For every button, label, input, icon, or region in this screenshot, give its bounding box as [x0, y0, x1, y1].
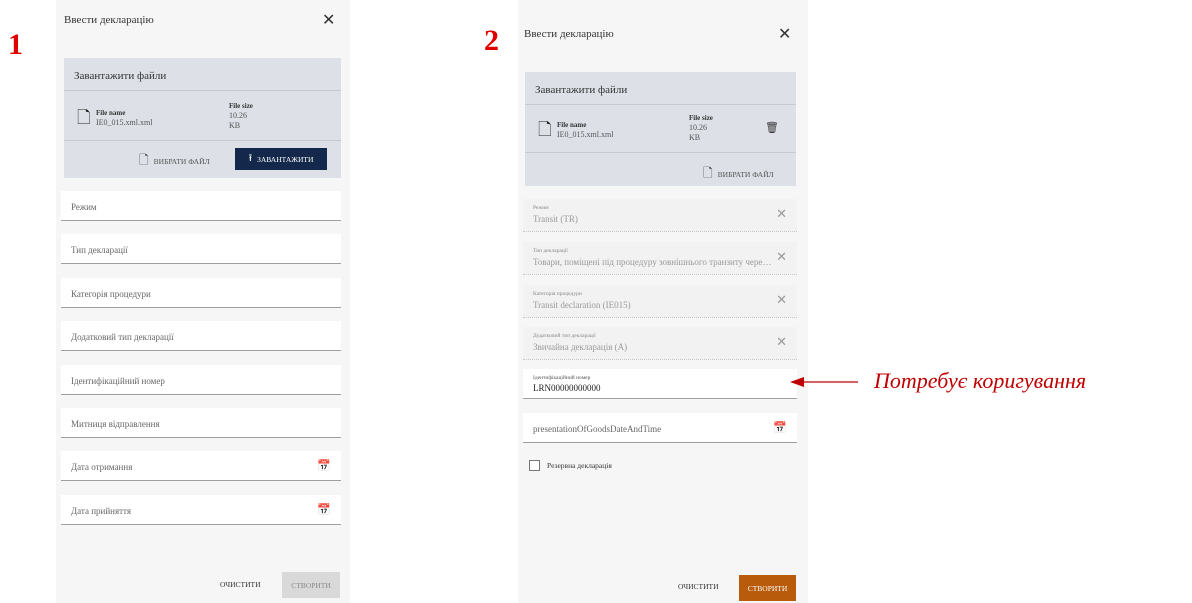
clear-icon[interactable]: ✕ [776, 207, 787, 222]
presentation-date-input[interactable]: presentationOfGoodsDateAndTime 📅 [523, 413, 797, 443]
mode-select[interactable]: Режим [61, 191, 341, 221]
reserve-declaration-checkbox-row[interactable]: Резервна декларація [529, 460, 612, 471]
choose-file-button[interactable]: 🗋 ВИБРАТИ ФАЙЛ [703, 164, 774, 185]
additional-declaration-type-label: Додатковий тип декларації [533, 333, 596, 339]
divider [525, 152, 796, 153]
procedure-category-value: Transit declaration (IE015) [533, 300, 631, 310]
annotation-text: Потребує коригування [874, 368, 1087, 393]
create-button-disabled[interactable]: СТВОРИТИ [282, 572, 340, 598]
upload-icon: ⭱ [248, 152, 253, 164]
divider [64, 140, 341, 141]
additional-declaration-type-placeholder: Додатковий тип декларації [71, 332, 174, 342]
clear-icon[interactable]: ✕ [776, 293, 787, 308]
file-size-value: 10.26 [229, 111, 247, 120]
upload-button[interactable]: ⭱ ЗАВАНТАЖИТИ [235, 148, 327, 170]
accepted-date-input[interactable]: Дата прийняття 📅 [61, 495, 341, 525]
reserve-declaration-checkbox[interactable] [529, 460, 540, 471]
upload-header: Завантажити файли [74, 70, 167, 82]
mode-placeholder: Режим [71, 202, 97, 212]
file-size-label: File size [689, 114, 713, 122]
declaration-dialog-2: Ввести декларацію ✕ Завантажити файли 🗋 … [518, 0, 808, 603]
received-date-input[interactable]: Дата отримання 📅 [61, 451, 341, 481]
reserve-declaration-label: Резервна декларація [547, 461, 612, 470]
file-icon: 🗋 [538, 120, 552, 140]
calendar-icon[interactable]: 📅 [317, 459, 331, 472]
procedure-category-label: Категорія процедури [533, 291, 582, 297]
delete-file-icon[interactable]: 🗑 [765, 121, 779, 134]
identification-number-input[interactable]: Ідентифікаційний номер [61, 365, 341, 395]
declaration-type-label: Тип декларації [533, 248, 568, 254]
upload-header: Завантажити файли [535, 84, 628, 96]
upload-files-section: Завантажити файли 🗋 File name IE0_015.xm… [64, 58, 341, 178]
choose-file-button[interactable]: 🗋 ВИБРАТИ ФАЙЛ [139, 151, 210, 172]
create-button[interactable]: СТВОРИТИ [739, 575, 796, 601]
upload-label: ЗАВАНТАЖИТИ [257, 154, 314, 164]
file-size-value: 10.26 [689, 123, 707, 132]
additional-declaration-type-select[interactable]: Додатковий тип декларації Звичайна декла… [523, 327, 797, 360]
mode-select[interactable]: Режим Transit (TR) ✕ [523, 199, 797, 232]
file-size-label: File size [229, 102, 253, 110]
mode-value: Transit (TR) [533, 214, 578, 224]
step-number-2: 2 [484, 24, 499, 57]
calendar-icon[interactable]: 📅 [773, 421, 787, 434]
file-icon: 🗋 [139, 153, 149, 167]
file-icon: 🗋 [77, 108, 91, 128]
received-date-placeholder: Дата отримання [71, 462, 133, 472]
departure-customs-select[interactable]: Митниця відправлення [61, 408, 341, 438]
clear-button[interactable]: ОЧИСТИТИ [220, 580, 261, 589]
identification-number-input[interactable]: Ідентифікаційний номер LRN00000000000 [523, 369, 797, 399]
file-name-label: File name [96, 109, 126, 117]
file-size-unit: KB [229, 121, 241, 130]
calendar-icon[interactable]: 📅 [317, 503, 331, 516]
file-size-unit: KB [689, 133, 701, 142]
step-number-1: 1 [8, 28, 23, 61]
declaration-type-value: Товари, поміщені під процедуру зовнішньо… [533, 257, 773, 267]
accepted-date-placeholder: Дата прийняття [71, 506, 131, 516]
file-icon: 🗋 [703, 166, 713, 180]
dialog-title: Ввести декларацію [524, 28, 614, 40]
clear-icon[interactable]: ✕ [776, 335, 787, 350]
identification-number-value: LRN00000000000 [533, 383, 601, 393]
procedure-category-select[interactable]: Категорія процедури [61, 278, 341, 308]
choose-file-label: ВИБРАТИ ФАЙЛ [153, 157, 210, 166]
additional-declaration-type-select[interactable]: Додатковий тип декларації [61, 321, 341, 351]
declaration-type-select[interactable]: Тип декларації [61, 234, 341, 264]
close-icon[interactable]: ✕ [778, 26, 791, 42]
departure-customs-placeholder: Митниця відправлення [71, 419, 160, 429]
annotation-arrow [790, 377, 858, 387]
clear-icon[interactable]: ✕ [776, 250, 787, 265]
identification-number-label: Ідентифікаційний номер [533, 375, 591, 381]
declaration-dialog-1: Ввести декларацію ✕ Завантажити файли 🗋 … [56, 0, 350, 603]
declaration-type-select[interactable]: Тип декларації Товари, поміщені під проц… [523, 242, 797, 275]
upload-files-section: Завантажити файли 🗋 File name IE0_015.xm… [525, 72, 796, 186]
procedure-category-placeholder: Категорія процедури [71, 289, 151, 299]
additional-declaration-type-value: Звичайна декларація (А) [533, 342, 628, 352]
divider [525, 104, 796, 105]
file-name-value: IE0_015.xml.xml [557, 130, 614, 139]
procedure-category-select[interactable]: Категорія процедури Transit declaration … [523, 285, 797, 318]
dialog-title: Ввести декларацію [64, 14, 154, 26]
file-name-value: IE0_015.xml.xml [96, 118, 153, 127]
declaration-type-placeholder: Тип декларації [71, 245, 128, 255]
close-icon[interactable]: ✕ [322, 12, 335, 28]
clear-button[interactable]: ОЧИСТИТИ [678, 582, 719, 591]
identification-number-placeholder: Ідентифікаційний номер [71, 376, 165, 386]
file-name-label: File name [557, 121, 587, 129]
choose-file-label: ВИБРАТИ ФАЙЛ [717, 170, 774, 179]
mode-label: Режим [533, 205, 549, 211]
divider [64, 90, 341, 91]
presentation-date-placeholder: presentationOfGoodsDateAndTime [533, 424, 662, 434]
